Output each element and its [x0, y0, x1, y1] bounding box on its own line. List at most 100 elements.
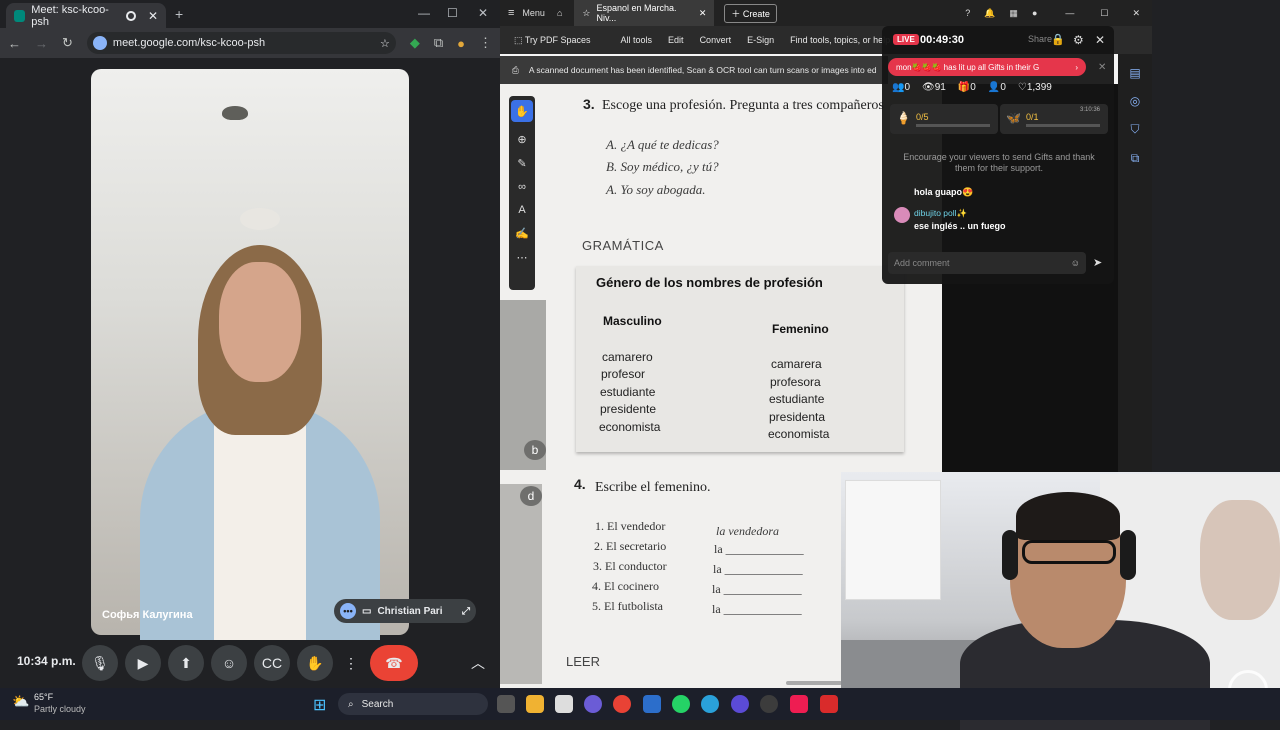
live-timer: 00:49:30 [920, 34, 965, 46]
apps-grid-icon[interactable]: ▦ [1009, 8, 1018, 19]
taskbar-search[interactable]: ⌕ Search [338, 693, 488, 715]
settings-gear-icon[interactable]: ⚙ [1073, 33, 1084, 47]
fem-word: estudiante [769, 392, 825, 406]
chrome-menu-icon[interactable]: ⋮ [479, 35, 492, 51]
zoom-icon[interactable] [643, 695, 661, 713]
highlight-tool-icon[interactable]: ✎ [517, 157, 526, 170]
send-icon[interactable]: ➤ [1093, 256, 1102, 269]
pdf-spaces-label: Try PDF Spaces [524, 34, 591, 45]
dismiss-banner-icon[interactable]: ✕ [1098, 62, 1106, 73]
pdf-spaces-button[interactable]: ⬚ Try PDF Spaces [514, 35, 591, 46]
close-tab-icon[interactable]: ✕ [148, 9, 158, 23]
presenter-name: Christian Pari [377, 605, 443, 617]
close-panel-icon[interactable]: ✕ [1095, 33, 1105, 47]
document-tab[interactable]: ☆ Espanol en Marcha. Niv... ✕ [574, 0, 715, 26]
bookmark-star-icon[interactable]: ☆ [380, 37, 390, 50]
leave-call-button[interactable]: ☎ [370, 645, 418, 681]
emoji-picker-icon[interactable]: ☺ [1071, 258, 1080, 268]
acrobat-icon[interactable] [820, 695, 838, 713]
obs-icon[interactable] [731, 695, 749, 713]
task-view-icon[interactable] [497, 695, 515, 713]
close-window-icon[interactable]: ✕ [478, 6, 488, 20]
find-tools-search[interactable]: Find tools, topics, or help [790, 35, 890, 45]
acro-maximize-icon[interactable]: ☐ [1100, 8, 1108, 19]
lock-icon[interactable]: 🔒 [1051, 33, 1065, 46]
presenter-chip[interactable]: ••• ▭ Christian Pari ⤢ [334, 599, 476, 623]
help-icon[interactable]: ? [965, 8, 970, 18]
acro-close-icon[interactable]: ✕ [1132, 8, 1140, 19]
gift-goal-1[interactable]: 🍦 0/5 [890, 104, 998, 134]
menu-label[interactable]: Menu [522, 8, 545, 18]
mic-button[interactable]: 🎙 [82, 645, 118, 681]
maximize-icon[interactable]: ☐ [447, 6, 458, 20]
more-options-icon[interactable]: ••• [340, 603, 356, 619]
comment-username[interactable]: dibujito poll✨ [914, 208, 967, 219]
all-tools-tab[interactable]: All tools [621, 35, 653, 45]
close-doc-tab-icon[interactable]: ✕ [699, 8, 707, 19]
tab-meet[interactable]: Meet: ksc-kcoo-psh ✕ [6, 3, 166, 28]
settings-icon[interactable] [760, 695, 778, 713]
more-button[interactable]: ⋮ [334, 645, 368, 681]
esign-tab[interactable]: E-Sign [747, 35, 774, 45]
share-button[interactable]: Share [1028, 34, 1052, 44]
edit-tab[interactable]: Edit [668, 35, 684, 45]
whatsapp-icon[interactable] [672, 695, 690, 713]
minimize-icon[interactable]: — [418, 6, 430, 20]
eye-icon: 👁 [922, 82, 935, 93]
expand-icon[interactable]: ⤢ [462, 606, 470, 617]
gift-goal-2[interactable]: 🦋 0/1 3:10:36 [1000, 104, 1108, 134]
gift-icon: 🎁 [957, 82, 971, 93]
sign-tool-icon[interactable]: ✍ [515, 227, 529, 240]
star-icon[interactable]: ☆ [582, 8, 590, 19]
commenter-avatar[interactable] [894, 207, 910, 223]
extension-icon[interactable]: ◆ [410, 35, 420, 51]
ai-assistant-icon[interactable]: ◎ [1130, 94, 1140, 108]
lasso-draw-tool-icon[interactable]: ∞ [518, 181, 526, 193]
address-bar[interactable]: meet.google.com/ksc-kcoo-psh ☆ [86, 32, 396, 54]
raise-hand-button[interactable]: ✋ [297, 645, 333, 681]
weather-icon[interactable]: ⛅ [12, 693, 29, 710]
back-icon[interactable]: ← [8, 36, 21, 51]
convert-tab[interactable]: Convert [700, 35, 732, 45]
collapse-button[interactable]: ︿ [460, 645, 496, 681]
reload-icon[interactable]: ↻ [62, 35, 73, 51]
reactions-button[interactable]: ☺ [211, 645, 247, 681]
profile-avatar-icon[interactable]: ● [457, 36, 465, 51]
scan-icon: ⎙ [512, 64, 519, 75]
create-button[interactable]: ＋ Create [724, 3, 777, 23]
bookmark-icon[interactable]: ⛉ [1130, 122, 1139, 137]
tiktok-icon[interactable] [790, 695, 808, 713]
comment-panel-icon[interactable]: ▤ [1129, 66, 1140, 80]
copy-pages-icon[interactable]: ⧉ [1131, 151, 1140, 166]
hand-tool-icon[interactable]: ✋ [511, 100, 533, 122]
text-tool-icon[interactable]: A [518, 204, 525, 216]
forward-icon[interactable]: → [35, 36, 48, 51]
telegram-icon[interactable] [701, 695, 719, 713]
add-comment-tool-icon[interactable]: ⊕ [517, 133, 526, 146]
hamburger-icon[interactable]: ≡ [500, 7, 522, 19]
account-icon[interactable]: ● [1032, 8, 1037, 18]
new-tab-button[interactable]: + [175, 6, 183, 22]
app-icon[interactable] [584, 695, 602, 713]
file-explorer-icon[interactable] [526, 695, 544, 713]
notification-icon[interactable]: 🔔 [984, 8, 995, 19]
acro-minimize-icon[interactable]: — [1065, 8, 1074, 18]
camera-button[interactable]: ▶ [125, 645, 161, 681]
people-stat: 👥0 [892, 82, 911, 93]
extensions-puzzle-icon[interactable]: ⧉ [434, 35, 443, 51]
add-comment-input[interactable]: Add comment ☺ [888, 252, 1086, 274]
chrome-icon[interactable] [613, 695, 631, 713]
home-icon[interactable]: ⌂ [545, 8, 574, 18]
captions-button[interactable]: CC [254, 645, 290, 681]
site-info-icon[interactable] [92, 36, 107, 50]
likes-stat: ♡1,399 [1017, 82, 1052, 93]
present-button[interactable]: ⬆ [168, 645, 204, 681]
horizontal-scrollbar[interactable] [786, 681, 842, 685]
gift-banner[interactable]: mon🍓🍓🍓 has lit up all Gifts in their G › [888, 58, 1086, 76]
weather-temp[interactable]: 65°F [34, 692, 53, 702]
ocr-banner: ⎙ A scanned document has been identified… [500, 56, 888, 84]
store-icon[interactable] [555, 695, 573, 713]
meeting-clock: 10:34 p.m. [17, 654, 76, 668]
more-tools-icon[interactable]: ⋯ [517, 251, 528, 264]
windows-start-icon[interactable]: ⊞ [313, 695, 326, 715]
